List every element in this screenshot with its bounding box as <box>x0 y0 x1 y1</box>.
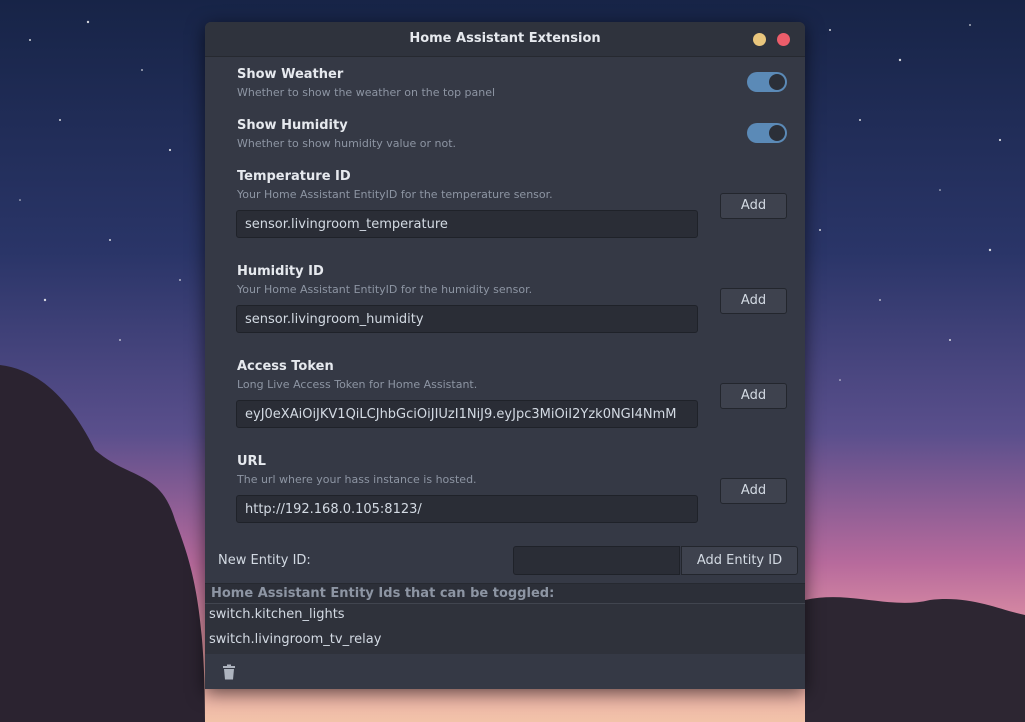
add-entity-id-button[interactable]: Add Entity ID <box>681 546 798 575</box>
show-weather-description: Whether to show the weather on the top p… <box>237 86 496 99</box>
show-humidity-title: Show Humidity <box>237 118 348 133</box>
new-entity-label: New Entity ID: <box>218 553 311 568</box>
url-title: URL <box>237 454 266 469</box>
toggle-knob <box>769 125 785 141</box>
entity-list: switch.kitchen_lights switch.livingroom_… <box>205 604 805 654</box>
humidity-add-button[interactable]: Add <box>720 288 787 314</box>
humidity-id-title: Humidity ID <box>237 264 324 279</box>
humidity-id-description: Your Home Assistant EntityID for the hum… <box>237 283 533 296</box>
access-token-input[interactable]: eyJ0eXAiOiJKV1QiLCJhbGciOiJIUzI1NiJ9.eyJ… <box>236 400 698 428</box>
list-item[interactable]: switch.livingroom_tv_relay <box>209 632 381 647</box>
access-token-title: Access Token <box>237 359 334 374</box>
toggle-knob <box>769 74 785 90</box>
temperature-id-input[interactable]: sensor.livingroom_temperature <box>236 210 698 238</box>
humidity-id-input[interactable]: sensor.livingroom_humidity <box>236 305 698 333</box>
settings-dialog: Home Assistant Extension Show Weather Wh… <box>205 22 805 689</box>
list-item[interactable]: switch.kitchen_lights <box>209 607 345 622</box>
url-description: The url where your hass instance is host… <box>237 473 477 486</box>
entity-list-header: Home Assistant Entity Ids that can be to… <box>205 583 805 604</box>
minimize-icon[interactable] <box>753 33 766 46</box>
show-humidity-description: Whether to show humidity value or not. <box>237 137 457 150</box>
access-token-add-button[interactable]: Add <box>720 383 787 409</box>
url-input[interactable]: http://192.168.0.105:8123/ <box>236 495 698 523</box>
show-weather-toggle[interactable] <box>747 72 787 92</box>
close-icon[interactable] <box>777 33 790 46</box>
window-title: Home Assistant Extension <box>409 31 601 46</box>
temperature-id-title: Temperature ID <box>237 169 351 184</box>
show-weather-title: Show Weather <box>237 67 344 82</box>
show-humidity-toggle[interactable] <box>747 123 787 143</box>
title-bar[interactable]: Home Assistant Extension <box>205 22 805 57</box>
trash-icon[interactable] <box>222 664 236 680</box>
temperature-id-description: Your Home Assistant EntityID for the tem… <box>237 188 553 201</box>
temperature-add-button[interactable]: Add <box>720 193 787 219</box>
access-token-description: Long Live Access Token for Home Assistan… <box>237 378 478 391</box>
url-add-button[interactable]: Add <box>720 478 787 504</box>
new-entity-input[interactable] <box>513 546 680 575</box>
